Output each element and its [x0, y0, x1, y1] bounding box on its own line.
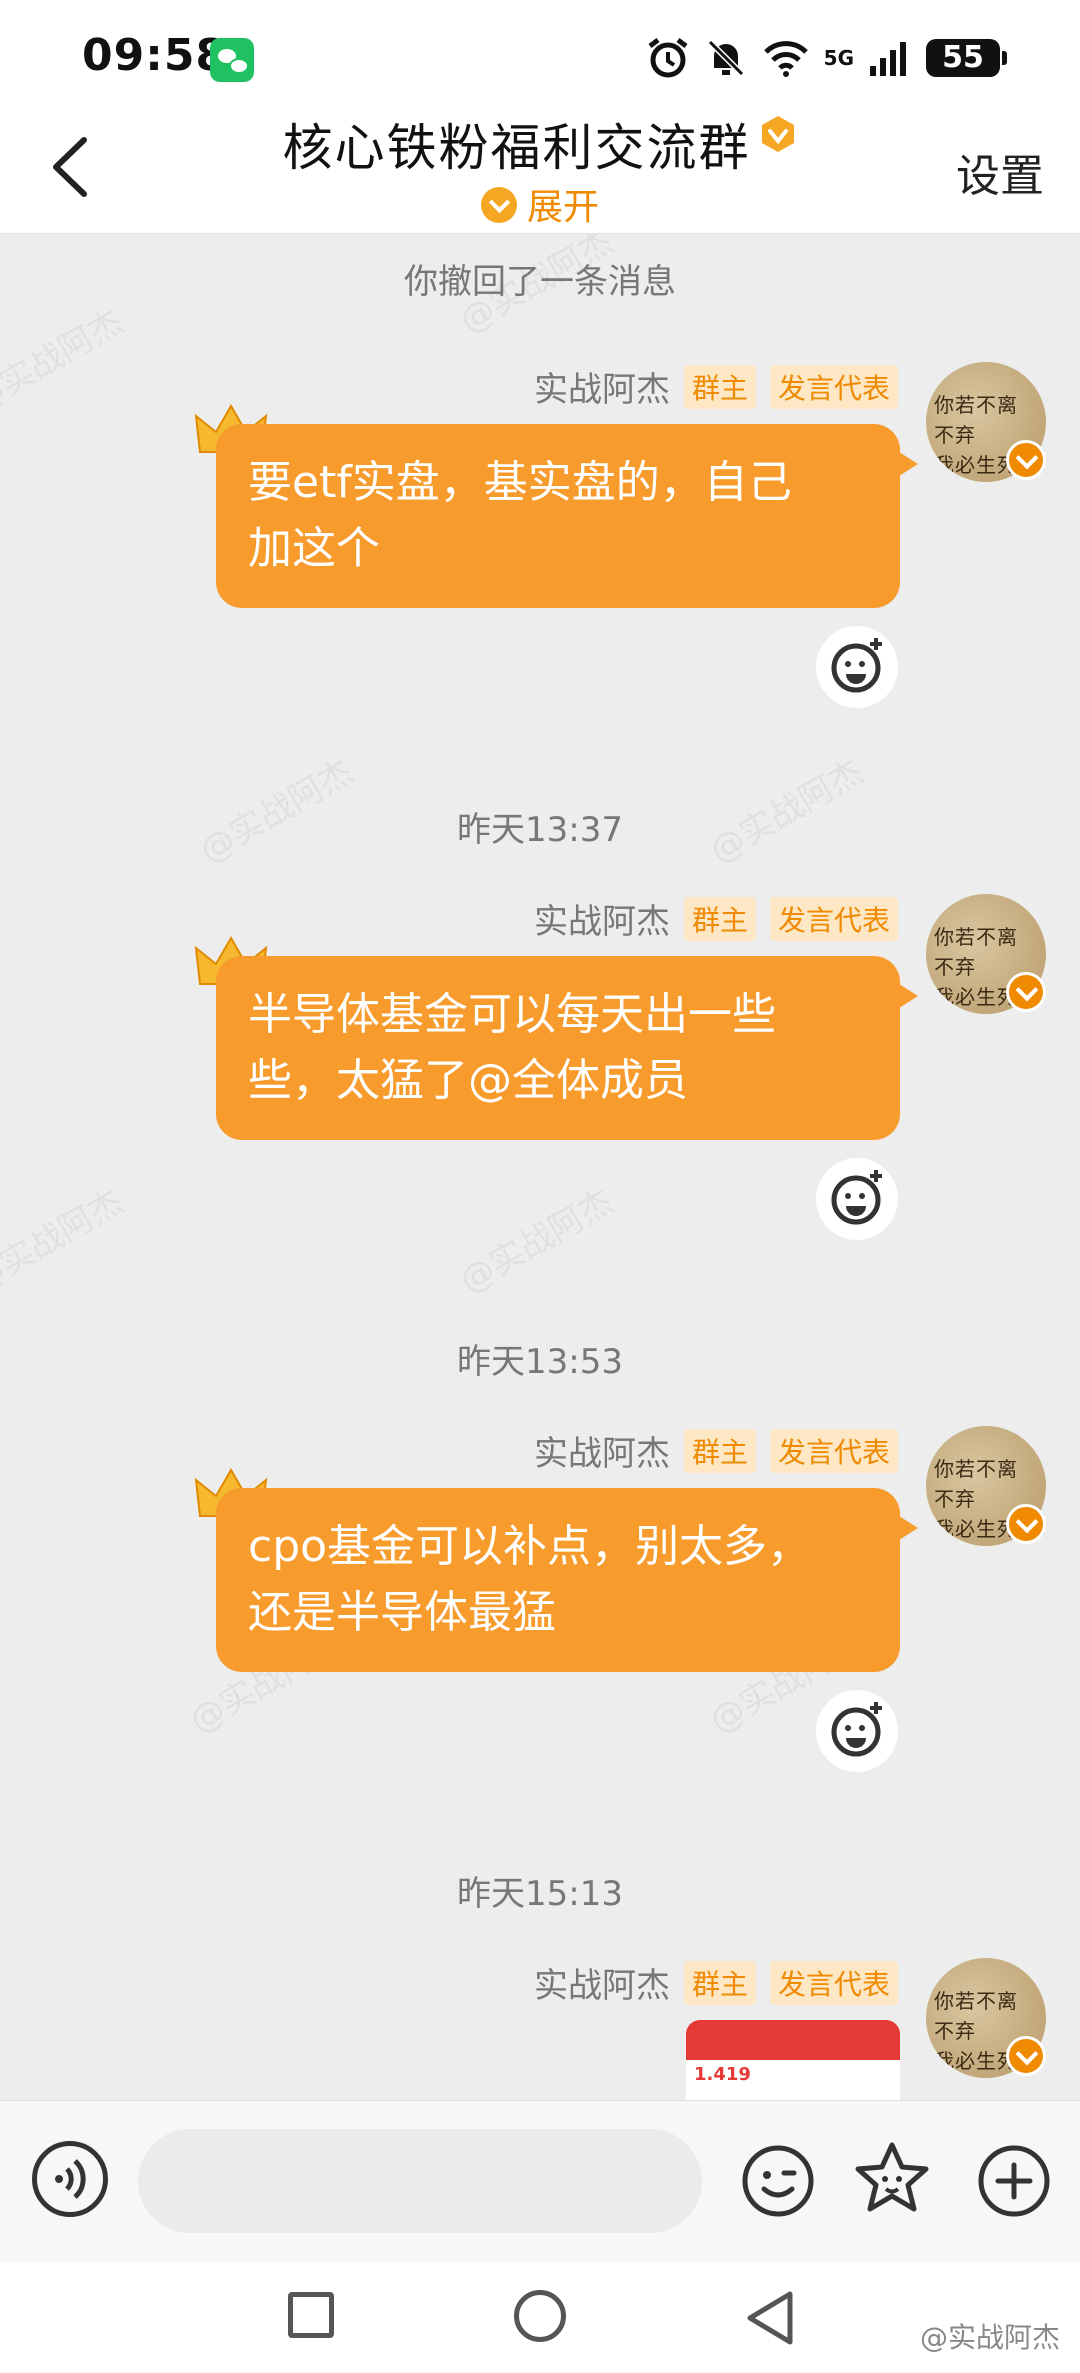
chat-area[interactable]: @实战阿杰 @实战阿杰 @实战阿杰 @实战阿杰 @实战阿杰 @实战阿杰 @实战阿…	[0, 234, 1080, 2100]
alarm-icon	[648, 38, 688, 78]
sender-row: 实战阿杰 群主 发言代表	[534, 894, 898, 943]
sender-row: 实战阿杰 群主 发言代表	[534, 362, 898, 411]
battery-icon: 55	[926, 39, 1007, 77]
timestamp: 昨天13:37	[457, 810, 623, 850]
plus-button[interactable]	[974, 2141, 1054, 2221]
tag-spokesperson: 发言代表	[769, 896, 898, 941]
expand-toggle[interactable]: 展开	[0, 178, 1080, 230]
status-icons: 5G 55	[646, 36, 1007, 80]
message-bubble[interactable]: 要etf实盘，基实盘的，自己 加这个	[216, 424, 918, 608]
emoji-add-icon	[831, 1702, 882, 1757]
tag-spokesperson: 发言代表	[769, 1428, 898, 1473]
emoji-add-icon	[831, 638, 882, 693]
wechat-icon	[210, 38, 254, 82]
wifi-icon	[763, 41, 808, 77]
mute-bell-icon	[707, 39, 744, 77]
add-reaction-button[interactable]	[816, 1158, 898, 1240]
expand-label: 展开	[526, 187, 599, 228]
nav-back-button[interactable]	[744, 2290, 796, 2346]
verified-icon	[1006, 440, 1046, 480]
status-time: 09:58	[82, 30, 228, 81]
image-message[interactable]: 1.419	[686, 2020, 900, 2100]
sender-name: 实战阿杰	[533, 1966, 670, 2006]
emoji-add-icon	[831, 1170, 882, 1225]
sender-row: 实战阿杰 群主 发言代表	[534, 1426, 898, 1475]
tag-spokesperson: 发言代表	[769, 364, 898, 409]
sticker-button[interactable]	[852, 2139, 932, 2221]
system-nav-bar: @实战阿杰	[0, 2262, 1080, 2373]
tag-spokesperson: 发言代表	[769, 1960, 898, 2005]
verified-icon	[1006, 2036, 1046, 2076]
watermark: @实战阿杰	[453, 1181, 621, 1302]
tag-owner: 群主	[683, 364, 756, 409]
tag-owner: 群主	[683, 1428, 756, 1473]
verified-badge-icon	[761, 116, 794, 152]
input-bar	[0, 2100, 1080, 2262]
sender-name: 实战阿杰	[533, 370, 670, 410]
watermark: @实战阿杰	[0, 301, 131, 422]
sender-name: 实战阿杰	[533, 902, 670, 942]
title-wrap: 核心铁粉福利交流群	[0, 108, 1080, 180]
settings-button[interactable]: 设置	[956, 140, 1044, 204]
image-header	[686, 2020, 900, 2060]
chevron-down-icon	[480, 187, 517, 223]
message-input[interactable]	[138, 2129, 702, 2233]
watermark: @实战阿杰	[0, 1181, 131, 1302]
recall-notice: 你撤回了一条消息	[404, 262, 676, 302]
voice-icon	[55, 2159, 86, 2199]
weibo-watermark: @实战阿杰	[919, 2321, 1060, 2354]
message-bubble[interactable]: 半导体基金可以每天出一些 些，太猛了@全体成员	[216, 956, 918, 1140]
verified-icon	[1006, 1504, 1046, 1544]
chat-header: 核心铁粉福利交流群 展开 设置	[0, 100, 1080, 234]
tag-owner: 群主	[683, 896, 756, 941]
add-reaction-button[interactable]	[816, 626, 898, 708]
timestamp: 昨天13:53	[457, 1342, 623, 1382]
timestamp: 昨天15:13	[457, 1874, 623, 1914]
home-button[interactable]	[514, 2290, 566, 2342]
add-reaction-button[interactable]	[816, 1690, 898, 1772]
tag-owner: 群主	[683, 1960, 756, 2005]
emoji-button[interactable]	[738, 2141, 818, 2221]
image-price: 1.419	[694, 2064, 751, 2085]
voice-button[interactable]	[32, 2141, 108, 2217]
recent-apps-button[interactable]	[288, 2292, 334, 2338]
network-label: 5G	[823, 46, 854, 70]
verified-icon	[1006, 972, 1046, 1012]
group-title: 核心铁粉福利交流群	[282, 119, 751, 177]
message-bubble[interactable]: cpo基金可以补点，别太多， 还是半导体最猛	[216, 1488, 918, 1672]
sender-name: 实战阿杰	[533, 1434, 670, 1474]
sender-row: 实战阿杰 群主 发言代表	[534, 1958, 898, 2007]
signal-icon	[870, 42, 906, 76]
